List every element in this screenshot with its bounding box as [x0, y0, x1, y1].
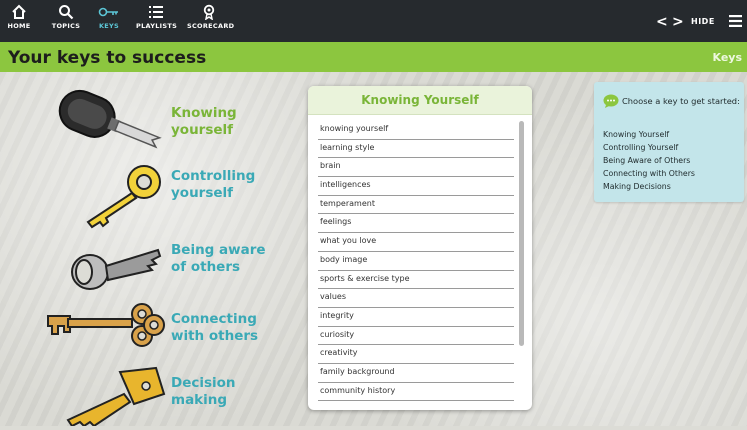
topic-list-panel: Knowing Yourself knowing yourself learni… [308, 86, 532, 410]
nav-topics-label: TOPICS [51, 22, 81, 30]
key-knowing-yourself[interactable] [52, 88, 168, 158]
list-item[interactable]: learning style [318, 140, 514, 159]
key-label-aware-line1: Being aware [171, 242, 266, 258]
key-label-aware-line2: of others [171, 259, 241, 275]
key-label-decision[interactable]: Decision making [171, 375, 236, 409]
menu-icon[interactable] [729, 15, 742, 27]
list-item[interactable]: knowing yourself [318, 121, 514, 140]
top-navigation-bar: HOME TOPICS KEYS PLAYLISTS SCORECARD < > [0, 0, 747, 42]
key-being-aware[interactable] [68, 240, 168, 298]
key-label-decision-line2: making [171, 392, 228, 408]
key-icon [98, 7, 118, 17]
nav-scorecard-label: SCORECARD [187, 22, 235, 30]
key-label-connecting-line2: with others [171, 328, 259, 344]
list-item[interactable]: brain [318, 158, 514, 178]
next-button[interactable]: > [672, 14, 684, 30]
list-panel-header: Knowing Yourself [308, 86, 532, 115]
nav-home[interactable]: HOME [6, 4, 32, 40]
list-item[interactable]: community history [318, 383, 514, 402]
key-label-knowing-line1: Knowing [171, 105, 237, 121]
list-item[interactable]: values [318, 289, 514, 308]
grey-key-icon [71, 248, 162, 290]
key-decision-making[interactable] [60, 364, 168, 428]
key-label-controlling[interactable]: Controlling yourself [171, 168, 255, 202]
page-title: Your keys to success [8, 48, 207, 68]
help-box: Choose a key to get started: Knowing You… [594, 82, 744, 202]
nav-home-label: HOME [7, 22, 31, 30]
search-icon [59, 5, 74, 20]
list-icon [149, 6, 163, 18]
list-item[interactable]: feelings [318, 214, 514, 234]
list-item[interactable]: intelligences [318, 177, 514, 196]
help-links: Knowing Yourself Controlling Yourself Be… [603, 128, 695, 193]
key-label-connecting[interactable]: Connecting with others [171, 311, 258, 345]
help-link-aware[interactable]: Being Aware of Others [603, 154, 695, 167]
nav-keys[interactable]: KEYS [96, 4, 122, 40]
prev-button[interactable]: < [656, 14, 668, 30]
nav-topics[interactable]: TOPICS [51, 4, 81, 40]
list-item[interactable]: what you love [318, 233, 514, 252]
nav-playlists[interactable]: PLAYLISTS [136, 4, 178, 40]
key-label-connecting-line1: Connecting [171, 311, 257, 327]
help-link-connecting[interactable]: Connecting with Others [603, 167, 695, 180]
list-scrollbar[interactable] [519, 121, 524, 346]
nav-scorecard[interactable]: SCORECARD [187, 4, 235, 40]
chat-bubble-icon [603, 94, 619, 108]
key-label-knowing-line2: yourself [171, 122, 234, 138]
help-link-knowing[interactable]: Knowing Yourself [603, 128, 695, 141]
yellow-key-icon [86, 165, 161, 229]
list-item[interactable]: sports & exercise type [318, 271, 514, 290]
nav-playlists-label: PLAYLISTS [136, 22, 178, 30]
key-label-decision-line1: Decision [171, 375, 236, 391]
list-item[interactable]: curiosity [318, 327, 514, 346]
skeleton-key-icon [47, 303, 165, 347]
key-label-knowing[interactable]: Knowing yourself [171, 105, 237, 139]
topic-list: knowing yourself learning style brain in… [318, 121, 514, 402]
gold-key-icon [66, 366, 166, 428]
hide-button[interactable]: HIDE [691, 17, 715, 26]
nav-keys-label: KEYS [98, 22, 120, 30]
key-label-aware[interactable]: Being aware of others [171, 242, 266, 276]
key-controlling-yourself[interactable] [78, 160, 168, 230]
title-bar: Your keys to success Keys [0, 42, 747, 72]
list-item[interactable]: temperament [318, 196, 514, 215]
key-label-controlling-line1: Controlling [171, 168, 256, 184]
key-connecting[interactable] [44, 302, 168, 350]
help-link-controlling[interactable]: Controlling Yourself [603, 141, 695, 154]
list-item[interactable]: integrity [318, 308, 514, 327]
ribbon-icon [203, 4, 215, 20]
list-item[interactable]: family background [318, 364, 514, 383]
car-key-icon [58, 89, 162, 149]
section-label: Keys [712, 51, 742, 64]
list-item[interactable]: creativity [318, 345, 514, 364]
help-link-decisions[interactable]: Making Decisions [603, 180, 695, 193]
home-icon [12, 4, 26, 19]
key-label-controlling-line2: yourself [171, 185, 234, 201]
help-title: Choose a key to get started: [622, 96, 740, 106]
list-item[interactable]: body image [318, 252, 514, 271]
